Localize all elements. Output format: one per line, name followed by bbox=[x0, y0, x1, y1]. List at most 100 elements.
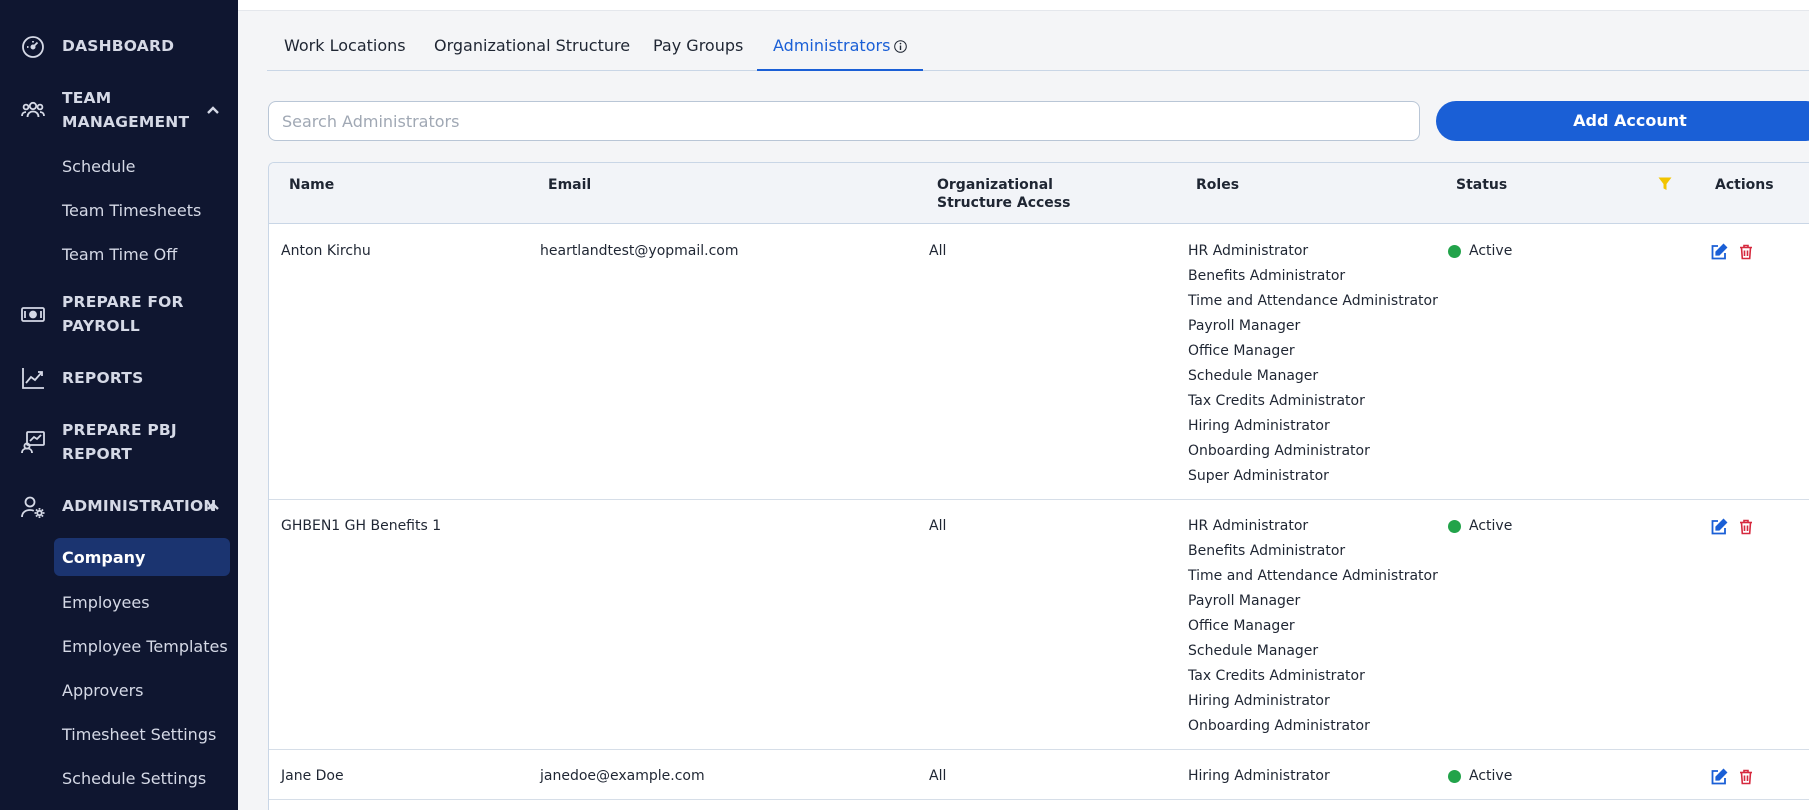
team-icon bbox=[21, 101, 45, 118]
row-email: heartlandtest@yopmail.com bbox=[540, 243, 739, 259]
nav-prepare-for-payroll-label: PREPARE FOR PAYROLL bbox=[62, 293, 184, 335]
status-text: Active bbox=[1469, 768, 1513, 784]
nav-team-timesheets[interactable]: Team Timesheets bbox=[54, 191, 230, 229]
delete-icon[interactable] bbox=[1737, 243, 1755, 261]
table-row: GHBEN1 GH Benefits 1 All HR Administrato… bbox=[269, 500, 1809, 750]
role-item: Benefits Administrator bbox=[1188, 268, 1346, 284]
tab-organizational-structure[interactable]: Organizational Structure bbox=[434, 26, 630, 71]
tab-label: Pay Groups bbox=[653, 36, 744, 55]
table-header: Name Email Organizational Structure Acce… bbox=[269, 163, 1809, 224]
status-text: Active bbox=[1469, 518, 1513, 534]
nav-dashboard-label: DASHBOARD bbox=[62, 37, 175, 55]
row-roles: HR Administrator Benefits Administrator … bbox=[1188, 239, 1438, 489]
nav-dashboard[interactable]: DASHBOARD bbox=[0, 34, 238, 58]
nav-reports-label: REPORTS bbox=[62, 369, 144, 387]
status-badge: Active bbox=[1448, 239, 1512, 264]
role-item: Hiring Administrator bbox=[1188, 418, 1330, 434]
role-item: Onboarding Administrator bbox=[1188, 718, 1370, 734]
row-roles: Hiring Administrator bbox=[1188, 764, 1330, 789]
row-roles: HR Administrator Benefits Administrator … bbox=[1188, 514, 1438, 739]
administrators-table: Name Email Organizational Structure Acce… bbox=[268, 162, 1809, 810]
role-item: Tax Credits Administrator bbox=[1188, 393, 1365, 409]
nav-employees[interactable]: Employees bbox=[54, 583, 230, 621]
row-email: janedoe@example.com bbox=[540, 768, 705, 784]
role-item: Office Manager bbox=[1188, 343, 1295, 359]
status-text: Active bbox=[1469, 243, 1513, 259]
nav-prepare-pbj-report[interactable]: PREPARE PBJ REPORT bbox=[0, 418, 238, 466]
tab-label: Work Locations bbox=[284, 36, 406, 55]
row-org-access: All bbox=[929, 768, 947, 784]
pbj-report-icon bbox=[21, 431, 45, 454]
header-name[interactable]: Name bbox=[289, 176, 334, 194]
nav-administration[interactable]: ADMINISTRATION bbox=[0, 494, 238, 518]
nav-prepare-for-payroll[interactable]: PREPARE FOR PAYROLL bbox=[0, 290, 238, 338]
admin-user-gear-icon bbox=[21, 496, 45, 518]
header-actions: Actions bbox=[1715, 177, 1774, 193]
chevron-up-icon[interactable] bbox=[206, 499, 220, 513]
header-email[interactable]: Email bbox=[548, 176, 591, 194]
role-item: Hiring Administrator bbox=[1188, 768, 1330, 784]
row-name: Jane Doe bbox=[281, 768, 344, 784]
edit-icon[interactable] bbox=[1710, 243, 1728, 261]
role-item: Office Manager bbox=[1188, 618, 1295, 634]
tab-bar: Work Locations Organizational Structure … bbox=[267, 26, 1809, 71]
filter-icon[interactable] bbox=[1658, 177, 1672, 191]
header-status[interactable]: Status bbox=[1456, 176, 1507, 194]
table-row: Anton Kirchu heartlandtest@yopmail.com A… bbox=[269, 225, 1809, 500]
money-icon bbox=[21, 307, 45, 322]
dashboard-gauge-icon bbox=[22, 36, 44, 58]
row-name: GHBEN1 GH Benefits 1 bbox=[281, 518, 442, 534]
delete-icon[interactable] bbox=[1737, 768, 1755, 786]
search-input[interactable] bbox=[268, 101, 1420, 141]
status-dot-icon bbox=[1448, 770, 1461, 783]
chevron-up-icon[interactable] bbox=[206, 103, 220, 117]
chart-icon bbox=[22, 368, 44, 389]
role-item: Payroll Manager bbox=[1188, 318, 1301, 334]
edit-icon[interactable] bbox=[1710, 768, 1728, 786]
nav-schedule[interactable]: Schedule bbox=[54, 147, 230, 185]
role-item: HR Administrator bbox=[1188, 243, 1309, 259]
nav-team-time-off[interactable]: Team Time Off bbox=[54, 235, 230, 273]
role-item: Schedule Manager bbox=[1188, 368, 1319, 384]
tab-administrators[interactable]: Administrators bbox=[757, 26, 924, 71]
role-item: Hiring Administrator bbox=[1188, 693, 1330, 709]
top-bar bbox=[238, 0, 1809, 11]
tab-label: Administrators bbox=[773, 36, 891, 55]
header-org-line1: Organizational bbox=[937, 177, 1053, 193]
nav-employee-templates[interactable]: Employee Templates bbox=[54, 627, 230, 665]
status-badge: Active bbox=[1448, 514, 1512, 539]
sidebar: DASHBOARD TEAM MANAGEMENT Schedule Team … bbox=[0, 0, 238, 810]
role-item: Payroll Manager bbox=[1188, 593, 1301, 609]
role-item: Onboarding Administrator bbox=[1188, 443, 1370, 459]
row-org-access: All bbox=[929, 243, 947, 259]
tab-pay-groups[interactable]: Pay Groups bbox=[653, 26, 743, 71]
header-org-line2: Structure Access bbox=[937, 195, 1071, 211]
row-name: Anton Kirchu bbox=[281, 243, 371, 259]
role-item: Time and Attendance Administrator bbox=[1188, 568, 1438, 584]
header-org-structure-access[interactable]: Organizational Structure Access bbox=[937, 176, 1070, 212]
nav-company[interactable]: Company bbox=[54, 538, 230, 576]
nav-timesheet-settings[interactable]: Timesheet Settings bbox=[54, 715, 230, 753]
info-icon[interactable] bbox=[894, 40, 908, 53]
role-item: Super Administrator bbox=[1188, 468, 1329, 484]
nav-schedule-settings[interactable]: Schedule Settings bbox=[54, 759, 230, 797]
edit-icon[interactable] bbox=[1710, 518, 1728, 536]
status-dot-icon bbox=[1448, 520, 1461, 533]
status-badge: Active bbox=[1448, 764, 1512, 789]
role-item: Time and Attendance Administrator bbox=[1188, 293, 1438, 309]
row-org-access: All bbox=[929, 518, 947, 534]
tab-work-locations[interactable]: Work Locations bbox=[284, 26, 406, 71]
nav-team-management[interactable]: TEAM MANAGEMENT bbox=[0, 86, 238, 134]
add-account-button[interactable]: Add Account bbox=[1436, 101, 1809, 141]
status-dot-icon bbox=[1448, 245, 1461, 258]
delete-icon[interactable] bbox=[1737, 518, 1755, 536]
header-roles[interactable]: Roles bbox=[1196, 176, 1239, 194]
nav-approvers[interactable]: Approvers bbox=[54, 671, 230, 709]
nav-team-management-label: TEAM MANAGEMENT bbox=[62, 89, 190, 131]
add-account-label: Add Account bbox=[1573, 111, 1687, 130]
table-row: Jane Doe janedoe@example.com All Hiring … bbox=[269, 750, 1809, 800]
role-item: Tax Credits Administrator bbox=[1188, 668, 1365, 684]
nav-reports[interactable]: REPORTS bbox=[0, 366, 238, 390]
tab-label: Organizational Structure bbox=[434, 36, 631, 55]
role-item: Benefits Administrator bbox=[1188, 543, 1346, 559]
